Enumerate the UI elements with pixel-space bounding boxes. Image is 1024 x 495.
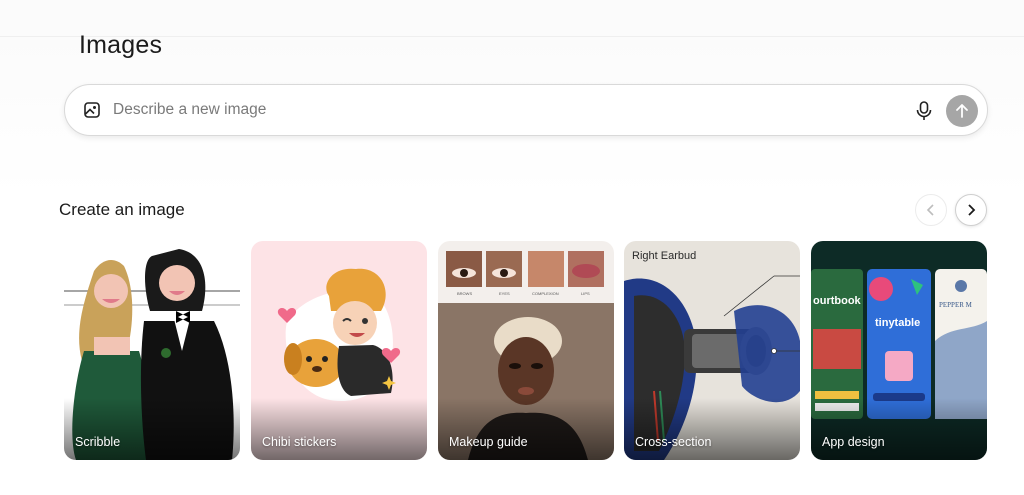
arrow-up-icon (956, 104, 968, 118)
app-name-2: tinytable (875, 317, 921, 329)
card-label: Scribble (75, 435, 121, 449)
card-overlay (251, 398, 427, 460)
chevron-left-icon (926, 204, 934, 216)
app-name-3: PEPPER M (939, 301, 972, 309)
image-icon[interactable] (83, 101, 101, 119)
page-title: Images (79, 31, 163, 59)
card-overlay (624, 398, 800, 460)
chevron-right-icon (968, 204, 976, 216)
app-name-1: ourtbook (813, 295, 861, 307)
card-cross-section[interactable]: Right Earbud Cross-section (624, 241, 800, 460)
swatch-label-brows: BROWS (457, 291, 473, 296)
card-chibi-stickers[interactable]: Chibi stickers (251, 241, 427, 460)
next-button[interactable] (955, 194, 987, 226)
card-makeup-guide[interactable]: BROWS EYES COMPLEXION LIPS Makeup guide (438, 241, 614, 460)
search-bar[interactable] (64, 84, 988, 136)
swatch-label-lips: LIPS (581, 291, 590, 296)
diagram-title: Right Earbud (632, 250, 697, 262)
previous-button[interactable] (915, 194, 947, 226)
microphone-icon[interactable] (913, 99, 935, 123)
card-overlay (811, 398, 987, 460)
card-scribble[interactable]: Scribble (64, 241, 240, 460)
card-label: Cross-section (635, 435, 712, 449)
swatch-label-complexion: COMPLEXION (532, 291, 559, 296)
search-input[interactable] (113, 97, 893, 123)
swatch-label-eyes: EYES (499, 291, 510, 296)
card-app-design[interactable]: ourtbook tinytable PEPPER M App design (811, 241, 987, 460)
card-overlay (64, 398, 240, 460)
card-label: Makeup guide (449, 435, 528, 449)
card-label: App design (822, 435, 885, 449)
card-label: Chibi stickers (262, 435, 337, 449)
section-title: Create an image (59, 200, 185, 219)
send-button[interactable] (946, 95, 978, 127)
card-overlay (438, 398, 614, 460)
